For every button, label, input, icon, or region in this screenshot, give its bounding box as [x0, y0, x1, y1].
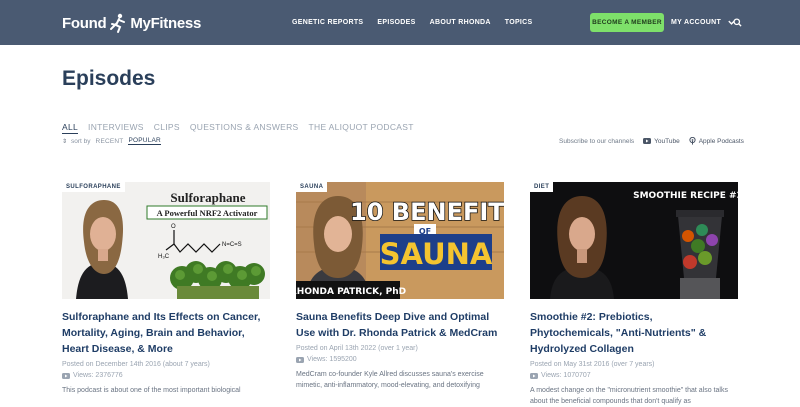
- view-count: Views: 1595200: [296, 356, 504, 363]
- podcast-icon: [689, 137, 696, 145]
- thumb-title: Sulforaphane: [170, 190, 245, 205]
- thumb-sauna: SAUNA: [380, 237, 493, 271]
- apple-podcasts-link[interactable]: Apple Podcasts: [689, 137, 744, 145]
- my-account-label: MY ACCOUNT: [671, 19, 722, 26]
- view-count: Views: 2376776: [62, 372, 270, 379]
- youtube-label: YouTube: [654, 137, 680, 145]
- episode-card: SMOOTHIE RECIPE #2 DIET Smoothie #2: Pre…: [530, 182, 738, 407]
- episode-filter-tabs: ALL INTERVIEWS CLIPS QUESTIONS & ANSWERS…: [62, 122, 424, 134]
- thumb-name: RHONDA PATRICK, PhD: [296, 287, 406, 297]
- views-text: Views: 1595200: [307, 356, 357, 363]
- become-member-button[interactable]: BECOME A MEMBER: [590, 13, 664, 32]
- nav-link-about-rhonda[interactable]: ABOUT RHONDA: [430, 19, 491, 26]
- tab-aliquot-podcast[interactable]: THE ALIQUOT PODCAST: [309, 122, 414, 134]
- tab-interviews[interactable]: INTERVIEWS: [88, 122, 144, 134]
- thumb-title: 10 BENEFITS: [350, 198, 504, 226]
- sort-arrows-icon: ⇕: [62, 138, 68, 145]
- episode-title[interactable]: Sulforaphane and Its Effects on Cancer, …: [62, 309, 270, 357]
- posted-date: Posted on December 14th 2016 (about 7 ye…: [62, 361, 210, 368]
- smoothie-thumbnail-image: SMOOTHIE RECIPE #2: [530, 182, 738, 299]
- nav-link-episodes[interactable]: EPISODES: [377, 19, 415, 26]
- page-title: Episodes: [62, 67, 156, 90]
- episode-card: Sulforaphane A Powerful NRF2 Activator H…: [62, 182, 270, 396]
- topic-tag[interactable]: DIET: [530, 182, 554, 192]
- episode-description: This podcast is about one of the most im…: [62, 387, 241, 394]
- svg-text:N=C=S: N=C=S: [222, 242, 242, 248]
- topic-tag[interactable]: SULFORAPHANE: [62, 182, 125, 192]
- youtube-channel-link[interactable]: YouTube: [643, 138, 680, 145]
- logo-text-found: Found: [62, 14, 107, 32]
- youtube-icon: [530, 372, 538, 379]
- sort-option-recent[interactable]: RECENT: [96, 138, 124, 145]
- youtube-icon: [643, 138, 652, 144]
- logo-text-myfitness: MyFitness: [130, 14, 201, 32]
- sauna-thumbnail-image: 10 BENEFITS OF SAUNA RHONDA PATRICK, PhD: [296, 182, 504, 299]
- thumb-subtitle: A Powerful NRF2 Activator: [157, 208, 258, 218]
- sort-option-popular[interactable]: POPULAR: [128, 137, 161, 145]
- posted-date: Posted on May 31st 2016 (over 7 years): [530, 361, 655, 368]
- episode-thumbnail[interactable]: 10 BENEFITS OF SAUNA RHONDA PATRICK, PhD…: [296, 182, 504, 299]
- apple-podcasts-label: Apple Podcasts: [698, 137, 744, 145]
- subscribe-channels: Subscribe to our channels YouTube Apple …: [559, 137, 744, 145]
- topic-tag[interactable]: SAUNA: [296, 182, 328, 192]
- svg-text:O: O: [171, 224, 176, 230]
- episode-title[interactable]: Sauna Benefits Deep Dive and Optimal Use…: [296, 309, 504, 341]
- episode-title[interactable]: Smoothie #2: Prebiotics, Phytochemicals,…: [530, 309, 738, 357]
- nav-links: GENETIC REPORTS EPISODES ABOUT RHONDA TO…: [292, 0, 547, 45]
- sort-label: sort by: [71, 137, 91, 145]
- logo[interactable]: Found MyFitness: [62, 12, 201, 34]
- youtube-icon: [296, 356, 304, 363]
- view-count: Views: 1070707: [530, 372, 738, 379]
- my-account-menu[interactable]: MY ACCOUNT: [671, 0, 736, 45]
- episode-card: 10 BENEFITS OF SAUNA RHONDA PATRICK, PhD…: [296, 182, 504, 391]
- thumb-title: SMOOTHIE RECIPE #2: [633, 191, 738, 201]
- tab-questions-answers[interactable]: QUESTIONS & ANSWERS: [190, 122, 299, 134]
- episode-description: MedCram co-founder Kyle Allred discusses…: [296, 371, 484, 389]
- views-text: Views: 2376776: [73, 372, 123, 379]
- sort-control: ⇕ sort by RECENT POPULAR: [62, 137, 161, 145]
- sulforaphane-thumbnail-image: Sulforaphane A Powerful NRF2 Activator H…: [62, 182, 270, 299]
- subscribe-label: Subscribe to our channels: [559, 137, 635, 145]
- tab-clips[interactable]: CLIPS: [154, 122, 180, 134]
- episode-description: A modest change on the "micronutrient sm…: [530, 387, 728, 405]
- top-nav: Found MyFitness GENETIC REPORTS EPISODES…: [0, 0, 800, 45]
- tab-all[interactable]: ALL: [62, 122, 79, 134]
- runner-logo-icon: [110, 13, 126, 33]
- nav-link-topics[interactable]: TOPICS: [505, 19, 533, 26]
- svg-text:H₃C: H₃C: [158, 254, 170, 260]
- youtube-icon: [62, 372, 70, 379]
- nav-link-genetic-reports[interactable]: GENETIC REPORTS: [292, 19, 363, 26]
- episode-thumbnail[interactable]: SMOOTHIE RECIPE #2 DIET: [530, 182, 738, 299]
- views-text: Views: 1070707: [541, 372, 591, 379]
- posted-date: Posted on April 13th 2022 (over 1 year): [296, 345, 418, 352]
- episode-thumbnail[interactable]: Sulforaphane A Powerful NRF2 Activator H…: [62, 182, 270, 299]
- search-icon[interactable]: [733, 18, 742, 27]
